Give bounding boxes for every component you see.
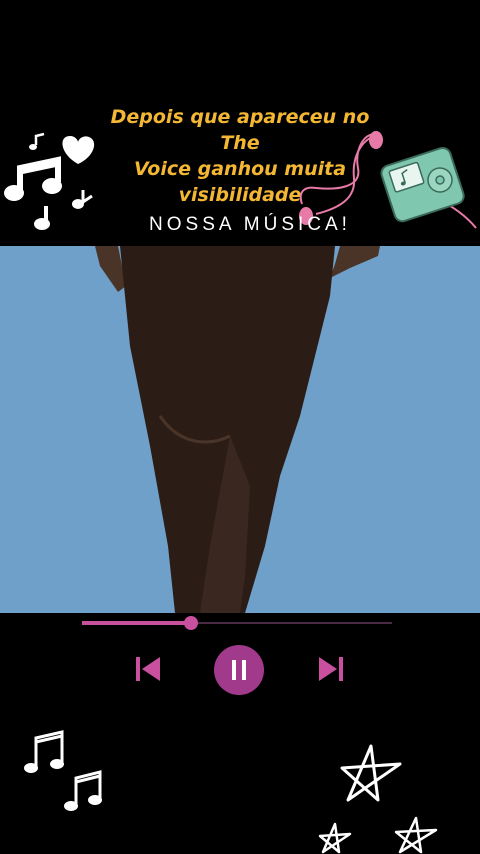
- music-notes-doodle-icon: [24, 730, 102, 811]
- pause-button[interactable]: [214, 645, 264, 695]
- story-screen: Depois que apareceu no The Voice ganhou …: [0, 0, 480, 854]
- music-notes-heart-icon: [4, 132, 95, 230]
- star-doodle-small-icon: [318, 822, 352, 854]
- star-doodle-medium-icon: [394, 816, 438, 854]
- subtitle: NOSSA MÚSICA!: [149, 214, 351, 235]
- skip-next-icon[interactable]: [317, 656, 345, 682]
- progress-fill: [82, 621, 191, 625]
- star-doodle-icon: [340, 744, 402, 802]
- skip-previous-icon[interactable]: [134, 656, 162, 682]
- progress-knob[interactable]: [183, 616, 198, 630]
- pause-icon: [232, 660, 246, 680]
- progress-bar[interactable]: [82, 616, 392, 630]
- video-frame: [0, 246, 480, 613]
